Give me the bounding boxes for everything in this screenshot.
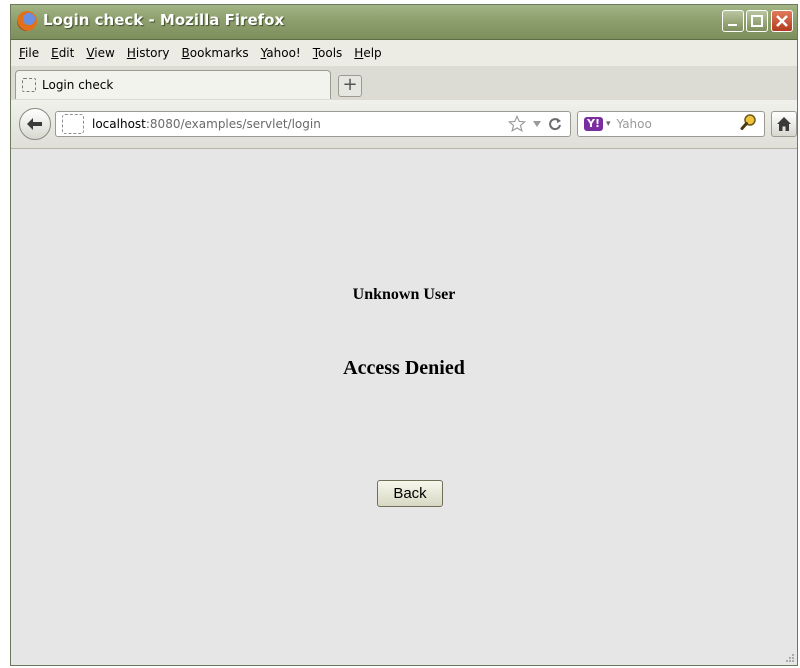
search-engine-logo[interactable]: Y! bbox=[584, 117, 603, 131]
search-input[interactable]: Yahoo bbox=[617, 117, 740, 131]
back-button[interactable] bbox=[19, 108, 51, 140]
minimize-button[interactable] bbox=[722, 10, 744, 32]
url-path: :8080/examples/servlet/login bbox=[145, 117, 321, 131]
search-icon bbox=[740, 114, 756, 130]
minimize-icon bbox=[728, 24, 737, 26]
menu-view[interactable]: View bbox=[86, 46, 114, 60]
browser-window: Login check - Mozilla Firefox File Edit … bbox=[10, 4, 798, 666]
site-identity-icon[interactable] bbox=[62, 114, 84, 134]
url-bar-icons bbox=[508, 115, 562, 133]
resize-grip-icon[interactable] bbox=[783, 651, 795, 663]
menu-help[interactable]: Help bbox=[354, 46, 381, 60]
url-host: localhost bbox=[92, 117, 146, 131]
back-arrow-icon bbox=[27, 118, 42, 130]
firefox-logo-icon bbox=[17, 11, 37, 31]
menu-file[interactable]: File bbox=[19, 46, 39, 60]
tab-strip: Login check + bbox=[11, 66, 797, 101]
menu-history[interactable]: History bbox=[127, 46, 170, 60]
reload-icon[interactable] bbox=[548, 117, 562, 131]
blank-page-icon bbox=[22, 78, 36, 92]
new-tab-button[interactable]: + bbox=[338, 75, 362, 97]
back-page-button[interactable]: Back bbox=[377, 480, 443, 507]
menu-bookmarks[interactable]: Bookmarks bbox=[182, 46, 249, 60]
access-denied-heading: Access Denied bbox=[343, 357, 465, 379]
engine-dropdown-icon[interactable]: ▾ bbox=[606, 119, 611, 129]
page-content: Unknown User Access Denied Back bbox=[11, 149, 797, 665]
menu-edit[interactable]: Edit bbox=[51, 46, 74, 60]
tab-login-check[interactable]: Login check bbox=[15, 70, 331, 99]
menu-yahoo[interactable]: Yahoo! bbox=[261, 46, 301, 60]
close-button[interactable] bbox=[771, 10, 793, 32]
navigation-toolbar: localhost:8080/examples/servlet/login Y!… bbox=[11, 100, 797, 149]
url-bar[interactable]: localhost:8080/examples/servlet/login bbox=[55, 111, 571, 137]
search-bar[interactable]: Y! ▾ Yahoo bbox=[577, 111, 765, 137]
maximize-icon bbox=[751, 15, 763, 27]
title-bar: Login check - Mozilla Firefox bbox=[11, 5, 797, 40]
url-text: localhost:8080/examples/servlet/login bbox=[92, 117, 508, 131]
home-button[interactable] bbox=[771, 111, 797, 137]
search-button[interactable] bbox=[740, 113, 758, 135]
home-icon bbox=[777, 117, 791, 131]
maximize-button[interactable] bbox=[746, 10, 768, 32]
window-title: Login check - Mozilla Firefox bbox=[43, 11, 285, 29]
menu-tools[interactable]: Tools bbox=[313, 46, 343, 60]
unknown-user-message: Unknown User bbox=[352, 286, 456, 303]
tab-label: Login check bbox=[42, 78, 114, 92]
close-icon bbox=[776, 15, 788, 27]
menu-bar: File Edit View History Bookmarks Yahoo! … bbox=[11, 40, 797, 66]
plus-icon: + bbox=[342, 74, 358, 95]
dropdown-arrow-icon[interactable] bbox=[532, 119, 542, 129]
star-icon[interactable] bbox=[508, 115, 526, 133]
